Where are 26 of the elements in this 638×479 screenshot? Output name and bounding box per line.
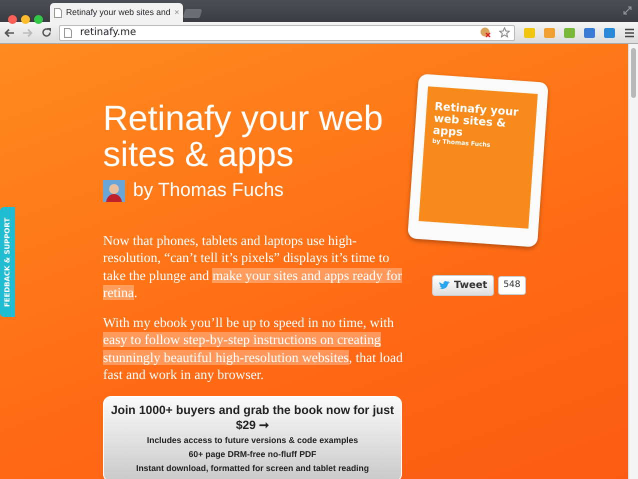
buy-button[interactable]: Join 1000+ buyers and grab the book now for just $29 ➞ Includes access to future versions & code examples 60+ page DRM-free no-fluff PDF Instant download, formatted for screen and tablet reading — [103, 396, 402, 479]
back-icon[interactable] — [4, 28, 14, 38]
extension-icon[interactable] — [542, 26, 556, 38]
cookie-blocked-icon[interactable] — [480, 27, 491, 38]
new-tab-button[interactable] — [182, 9, 202, 18]
intro-paragraph: With my ebook you’ll be up to speed in no time, with easy to follow step-by-step instructions on creating stunningly beautiful high-resolution websites, that load fast and work in any browser. — [103, 314, 403, 384]
tweet-count: 548 — [498, 276, 526, 296]
maximize-window-button[interactable] — [34, 15, 43, 24]
close-window-button[interactable] — [8, 15, 17, 24]
fullscreen-icon[interactable] — [623, 6, 632, 15]
menu-icon[interactable] — [624, 28, 634, 38]
author-avatar — [103, 180, 125, 202]
scrollbar-thumb[interactable] — [631, 48, 636, 98]
intro-paragraph: Now that phones, tablets and laptops use high-resolution, “can’t tell it’s pixels” displays it’s time to take the plunge and make your sites and apps ready for retina. — [103, 232, 403, 302]
extension-icon[interactable] — [583, 26, 596, 38]
address-bar[interactable]: retinafy.me — [59, 24, 515, 40]
browser-tab[interactable]: Retinafy your web sites and × — [50, 3, 184, 22]
author-byline: by Thomas Fuchs — [133, 179, 284, 203]
extension-icon[interactable] — [603, 26, 616, 38]
bird-icon — [439, 281, 450, 290]
hero-title: Retinafy your web sites & apps — [103, 101, 384, 173]
reload-icon[interactable] — [40, 27, 52, 38]
bookmark-star-icon[interactable] — [498, 27, 510, 38]
tweet-button[interactable]: Tweet — [432, 275, 494, 296]
minimize-window-button[interactable] — [21, 15, 30, 24]
extension-icon[interactable] — [563, 26, 576, 38]
